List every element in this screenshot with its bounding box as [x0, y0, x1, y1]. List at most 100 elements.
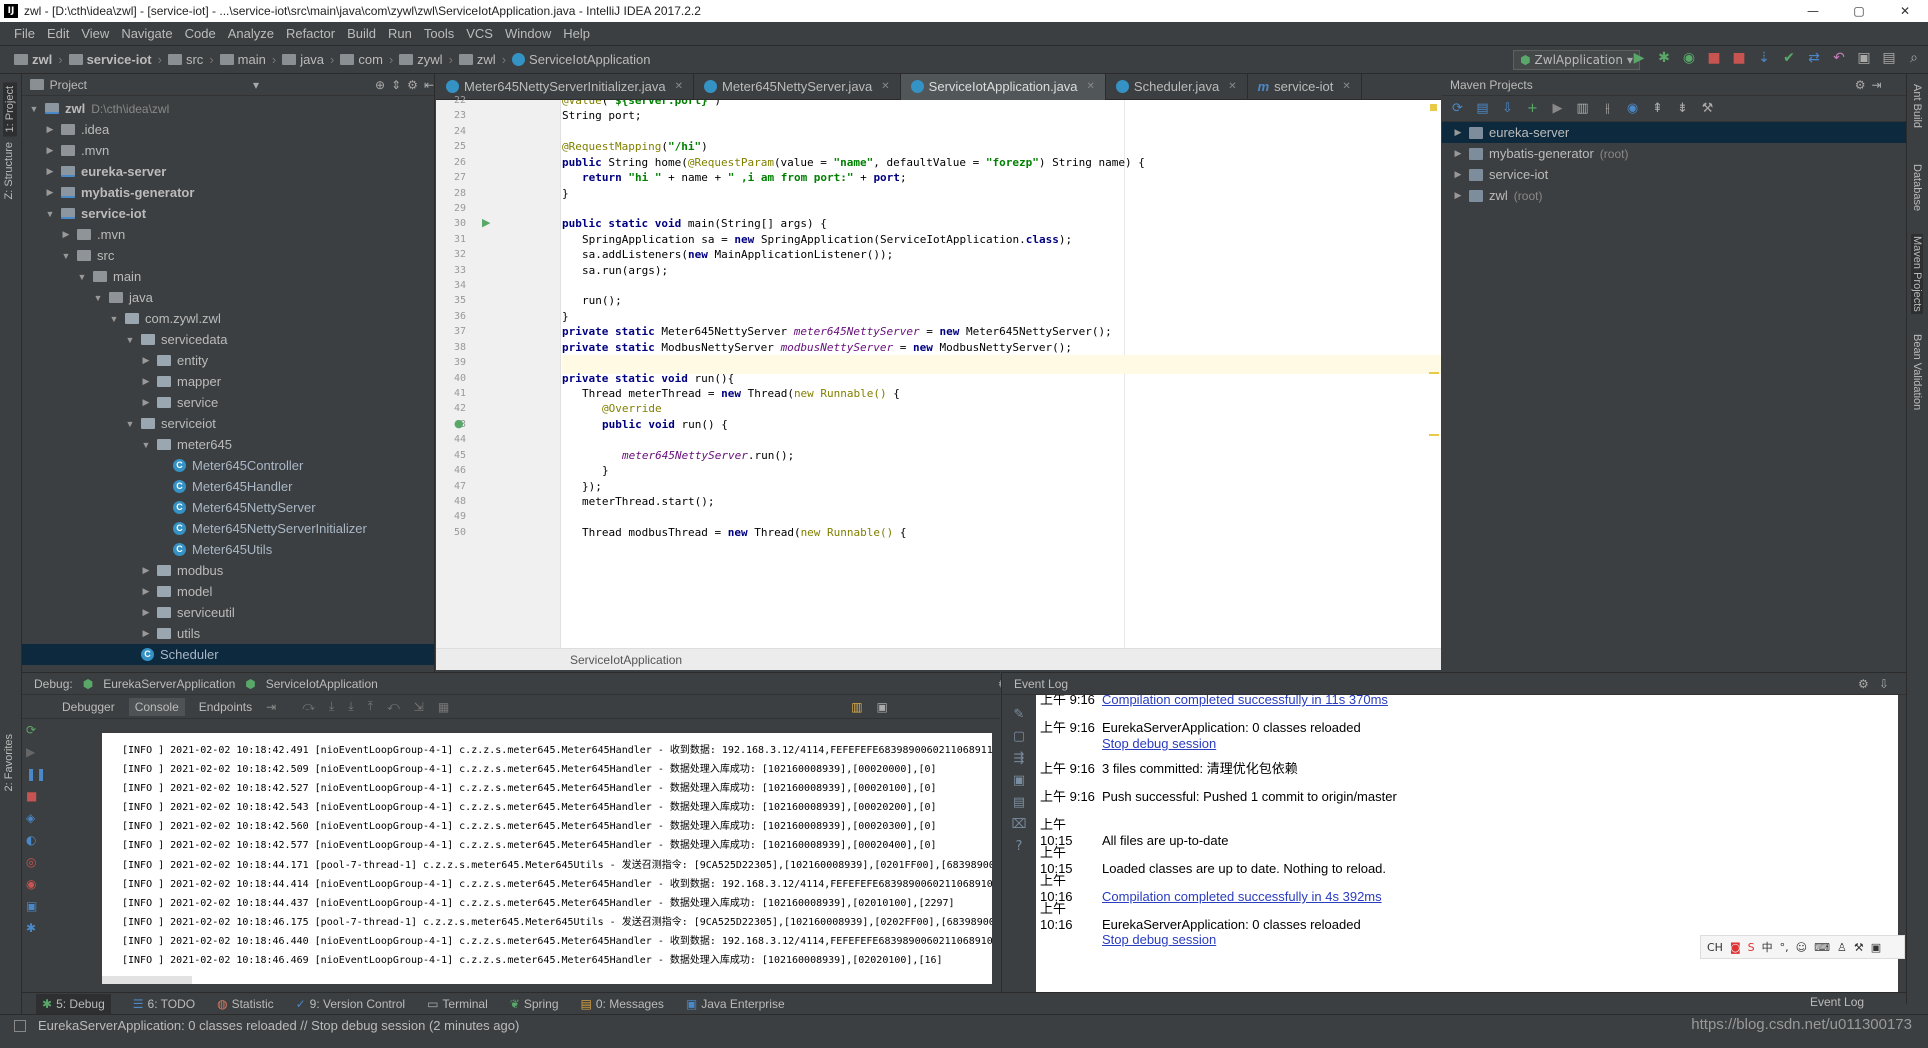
tree-item[interactable]: ▼ src — [22, 245, 434, 266]
tree-item[interactable]: ▶ mybatis-generator — [22, 182, 434, 203]
favorites-tool-tab[interactable]: 2: Favorites — [3, 734, 15, 791]
vcs-revert-icon[interactable]: ↶ — [1831, 50, 1847, 66]
hide-panel-icon[interactable]: ⇤ — [424, 78, 434, 92]
breadcrumb-item[interactable]: service-iot › — [68, 52, 162, 67]
project-tool-tab[interactable]: 1: Project — [3, 82, 17, 137]
collapsed-arrow-icon[interactable]: ▶ — [44, 145, 56, 156]
tool-tab[interactable]: ☰ 6: TODO — [133, 997, 195, 1011]
maximize-icon[interactable]: ▢ — [1836, 0, 1882, 22]
get-thread-dump-icon[interactable]: ◎ — [26, 855, 96, 877]
editor-breadcrumb[interactable]: ServiceIotApplication — [436, 648, 1441, 670]
expanded-arrow-icon[interactable]: ▼ — [76, 272, 88, 282]
editor-tab[interactable]: Meter645NettyServer.java ✕ — [694, 73, 901, 100]
expanded-arrow-icon[interactable]: ▼ — [124, 419, 136, 429]
tree-item[interactable]: ▶ utils — [22, 623, 434, 644]
inspection-status-icon[interactable] — [1430, 104, 1437, 111]
editor-tab[interactable]: m service-iot ✕ — [1248, 73, 1362, 100]
pause-icon[interactable]: ❚❚ — [26, 767, 96, 789]
tool-tab[interactable]: ▭ Terminal — [427, 997, 488, 1011]
tool-tab[interactable]: ❦ Spring — [510, 997, 559, 1011]
restore-layout-icon[interactable]: ⇥ — [266, 700, 276, 714]
gear-icon[interactable]: ⚙ — [1855, 78, 1866, 92]
expanded-arrow-icon[interactable]: ▼ — [140, 440, 152, 450]
hide-panel-icon[interactable]: ⇩ — [1879, 677, 1889, 691]
structure-tool-tab[interactable]: Z: Structure — [3, 142, 15, 199]
collapsed-arrow-icon[interactable]: ▶ — [140, 355, 152, 366]
tree-item[interactable]: ▶ modbus — [22, 560, 434, 581]
console-output[interactable]: [INFO ] 2021-02-02 10:18:42.491 [nioEven… — [102, 733, 992, 984]
breadcrumb-item[interactable]: com › — [340, 52, 393, 67]
drop-frame-icon[interactable]: ⤺ — [387, 699, 400, 714]
expanded-arrow-icon[interactable]: ▼ — [60, 251, 72, 261]
locate-icon[interactable]: ⊕ — [375, 78, 385, 92]
tab-debugger[interactable]: Debugger — [62, 700, 115, 714]
tree-item[interactable]: ▼ service-iot — [22, 203, 434, 224]
expanded-arrow-icon[interactable]: ▼ — [28, 104, 40, 114]
force-step-into-icon[interactable]: ⤓ — [348, 699, 353, 714]
wrench-icon[interactable]: ✎ — [1008, 707, 1030, 729]
generate-sources-icon[interactable]: ▤ — [1475, 101, 1490, 116]
tool-tab[interactable]: ◍ Statistic — [217, 997, 274, 1011]
breadcrumb-item[interactable]: main › — [219, 52, 276, 67]
event-link[interactable]: Compilation completed successfully in 11… — [1102, 695, 1388, 707]
collapsed-arrow-icon[interactable]: ▶ — [44, 187, 56, 198]
reimport-icon[interactable]: ⟳ — [1450, 101, 1465, 116]
stop-icon[interactable]: ■ — [26, 789, 96, 811]
sogou-icon[interactable]: S — [1748, 941, 1755, 954]
chevron-down-icon[interactable]: ▾ — [253, 78, 259, 92]
collapsed-arrow-icon[interactable]: ▶ — [140, 376, 152, 387]
threads-icon[interactable]: ▥ — [851, 700, 862, 714]
collapsed-arrow-icon[interactable]: ▶ — [140, 565, 152, 576]
run-icon[interactable]: ▶ — [1631, 50, 1647, 66]
tree-item[interactable]: C Meter645Controller — [22, 455, 434, 476]
skip-tests-icon[interactable]: ⫲ — [1600, 101, 1615, 116]
collapsed-arrow-icon[interactable]: ▶ — [1452, 127, 1464, 138]
collapsed-arrow-icon[interactable]: ▶ — [140, 607, 152, 618]
print-icon[interactable]: ▤ — [1008, 795, 1030, 817]
tool-tab[interactable]: ▣ Java Enterprise — [686, 997, 785, 1011]
add-icon[interactable]: + — [1525, 101, 1540, 116]
maven-settings-icon[interactable]: ⚒ — [1700, 101, 1715, 116]
collapsed-arrow-icon[interactable]: ▶ — [140, 397, 152, 408]
rerun-icon[interactable]: ■ — [1706, 50, 1722, 66]
tree-item[interactable]: C Meter645NettyServer — [22, 497, 434, 518]
breadcrumb-item[interactable]: src › — [167, 52, 214, 67]
trash-icon[interactable]: ⌧ — [1008, 817, 1030, 839]
maven-project-item[interactable]: ▶ eureka-server — [1442, 122, 1906, 143]
stop-icon[interactable]: ■ — [1731, 50, 1747, 66]
tool-tab[interactable]: ✓ 9: Version Control — [296, 997, 405, 1011]
ime-logo-icon[interactable]: ◙ — [1730, 941, 1741, 954]
tab-console[interactable]: Console — [128, 697, 185, 716]
close-icon[interactable]: ✕ — [1087, 81, 1095, 92]
close-icon[interactable]: ✕ — [881, 81, 889, 92]
chinese-mode-icon[interactable]: 中 — [1762, 939, 1773, 955]
tree-item[interactable]: ▶ mapper — [22, 371, 434, 392]
debug-icon[interactable]: ✱ — [1656, 50, 1672, 66]
stop-debug-session-link[interactable]: Stop debug session — [1040, 736, 1361, 751]
run-goal-icon[interactable]: ▶ — [1550, 101, 1565, 116]
soft-wrap-icon[interactable]: ⇶ — [1008, 751, 1030, 773]
vcs-compare-icon[interactable]: ⇄ — [1806, 50, 1822, 66]
menu-build[interactable]: Build — [341, 22, 382, 46]
view-breakpoints-icon[interactable]: ◈ — [26, 811, 96, 833]
breadcrumb-item[interactable]: zwl › — [458, 52, 506, 67]
editor-tab[interactable]: ServiceIotApplication.java ✕ — [900, 73, 1106, 100]
close-icon[interactable]: ✕ — [675, 81, 683, 92]
debug-session-tab[interactable]: ServiceIotApplication — [266, 677, 378, 691]
maven-project-item[interactable]: ▶ service-iot — [1442, 164, 1906, 185]
tree-item[interactable]: ▶ entity — [22, 350, 434, 371]
collapsed-arrow-icon[interactable]: ▶ — [140, 586, 152, 597]
tree-item[interactable]: ▶ eureka-server — [22, 161, 434, 182]
editor-tab[interactable]: Scheduler.java ✕ — [1106, 73, 1248, 100]
emoji-icon[interactable]: ☺ — [1796, 941, 1807, 954]
collapsed-arrow-icon[interactable]: ▶ — [1452, 148, 1464, 159]
menu-run[interactable]: Run — [382, 22, 418, 46]
override-gutter-icon[interactable]: ● — [454, 417, 464, 430]
maven-project-item[interactable]: ▶ zwl (root) — [1442, 185, 1906, 206]
database-tool-tab[interactable]: Database — [1911, 164, 1923, 211]
collapsed-arrow-icon[interactable]: ▶ — [60, 229, 72, 240]
expanded-arrow-icon[interactable]: ▼ — [92, 293, 104, 303]
hide-panel-icon[interactable]: ⇥ — [1871, 78, 1881, 92]
tree-item[interactable]: ▶ service — [22, 392, 434, 413]
pin-icon[interactable]: ▣ — [26, 899, 96, 921]
